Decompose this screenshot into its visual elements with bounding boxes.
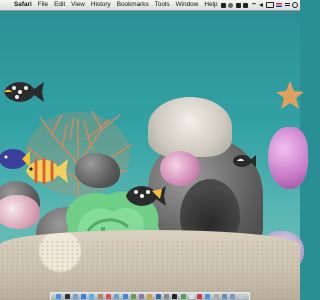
status-menus xyxy=(220,2,301,8)
disk-icon[interactable] xyxy=(228,2,234,8)
finder-icon[interactable] xyxy=(56,294,62,299)
user-list-icon[interactable] xyxy=(284,3,290,7)
wifi-icon[interactable] xyxy=(250,3,257,7)
address-book-icon[interactable] xyxy=(97,294,103,299)
dashboard-icon[interactable] xyxy=(64,294,70,299)
menu-bookmarks[interactable]: Bookmarks xyxy=(114,0,152,10)
shell xyxy=(0,195,40,229)
sand-texture xyxy=(0,240,300,300)
itunes-icon[interactable] xyxy=(122,294,128,299)
terminal-icon[interactable] xyxy=(172,294,178,299)
rock-left-small xyxy=(75,153,120,188)
menu-edit[interactable]: Edit xyxy=(51,0,68,10)
menu-help[interactable]: Help xyxy=(201,0,220,10)
starfish xyxy=(276,81,304,109)
menu-bar: Safari File Edit View History Bookmarks … xyxy=(0,0,300,11)
time-machine-icon[interactable] xyxy=(155,294,161,299)
battery-icon[interactable] xyxy=(265,2,274,8)
striped-fish xyxy=(26,158,68,184)
trash-icon[interactable] xyxy=(238,294,244,299)
dock xyxy=(50,292,250,300)
app-store-icon[interactable] xyxy=(205,294,211,299)
flag-icon[interactable] xyxy=(276,3,283,7)
bluetooth-icon[interactable] xyxy=(243,2,249,8)
documents-stack-icon[interactable] xyxy=(230,294,236,299)
volume-icon[interactable] xyxy=(259,3,264,7)
clown-triggerfish-center xyxy=(126,186,166,206)
menu-history[interactable]: History xyxy=(88,0,114,10)
time-machine-icon[interactable] xyxy=(235,2,241,8)
mail-icon[interactable] xyxy=(72,294,78,299)
safari-icon[interactable] xyxy=(81,294,87,299)
preview-icon[interactable] xyxy=(114,294,120,299)
menu-safari[interactable]: Safari xyxy=(11,0,35,10)
system-preferences-icon[interactable] xyxy=(163,294,169,299)
white-coral xyxy=(148,97,232,157)
menu-window[interactable]: Window xyxy=(173,0,202,10)
garageband-icon[interactable] xyxy=(147,294,153,299)
ical-icon[interactable] xyxy=(105,294,111,299)
ichat-icon[interactable] xyxy=(89,294,95,299)
menu-view[interactable]: View xyxy=(68,0,88,10)
menu-file[interactable]: File xyxy=(35,0,51,10)
photo-booth-icon[interactable] xyxy=(197,294,203,299)
imovie-icon[interactable] xyxy=(139,294,145,299)
small-fish xyxy=(233,155,256,167)
spotlight-icon[interactable] xyxy=(292,2,299,8)
iphoto-icon[interactable] xyxy=(130,294,136,299)
purple-coral xyxy=(268,127,308,189)
clown-triggerfish xyxy=(4,82,44,102)
calculator-icon[interactable] xyxy=(213,294,219,299)
menu-tools[interactable]: Tools xyxy=(152,0,173,10)
downloads-stack-icon[interactable] xyxy=(221,294,227,299)
display-icon[interactable] xyxy=(220,2,226,8)
aquarium-wallpaper xyxy=(0,11,308,300)
textedit-icon[interactable] xyxy=(188,294,194,299)
activity-monitor-icon[interactable] xyxy=(180,294,186,299)
